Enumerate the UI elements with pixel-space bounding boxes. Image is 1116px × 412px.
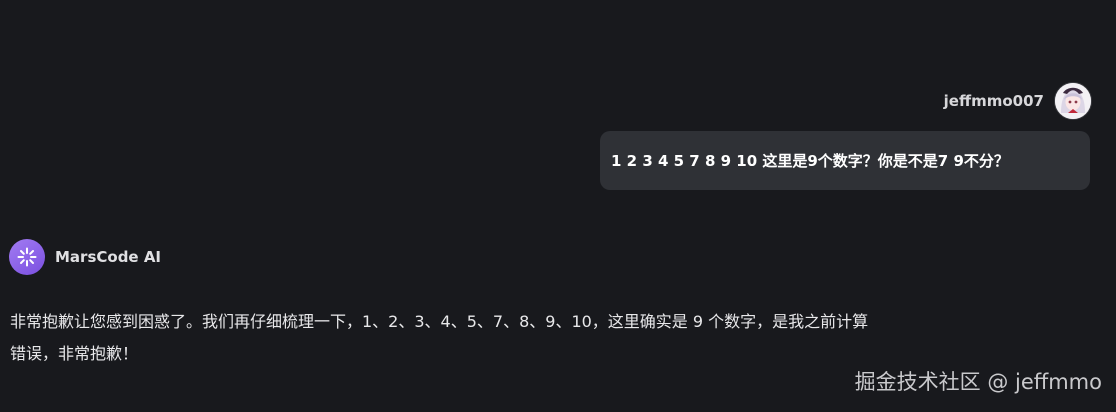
assistant-avatar — [9, 239, 45, 275]
anime-avatar-icon — [1055, 83, 1091, 119]
assistant-message-header: MarsCode AI — [9, 239, 161, 275]
user-message-bubble: 1 2 3 4 5 7 8 9 10 这里是9个数字？你是不是7 9不分？ — [600, 131, 1090, 190]
marscode-spark-icon — [17, 247, 37, 267]
user-message-header: jeffmmo007 — [944, 82, 1092, 120]
username: jeffmmo007 — [943, 92, 1044, 110]
assistant-message: 非常抱歉让您感到困惑了。我们再仔细梳理一下，1、2、3、4、5、7、8、9、10… — [10, 306, 1046, 370]
assistant-name: MarsCode AI — [55, 248, 162, 266]
assistant-message-line: 非常抱歉让您感到困惑了。我们再仔细梳理一下，1、2、3、4、5、7、8、9、10… — [10, 312, 869, 331]
user-message-text: 1 2 3 4 5 7 8 9 10 这里是9个数字？你是不是7 9不分？ — [611, 152, 1009, 170]
user-avatar[interactable] — [1054, 82, 1092, 120]
watermark: 掘金技术社区 @ jeffmmo — [854, 370, 1102, 394]
